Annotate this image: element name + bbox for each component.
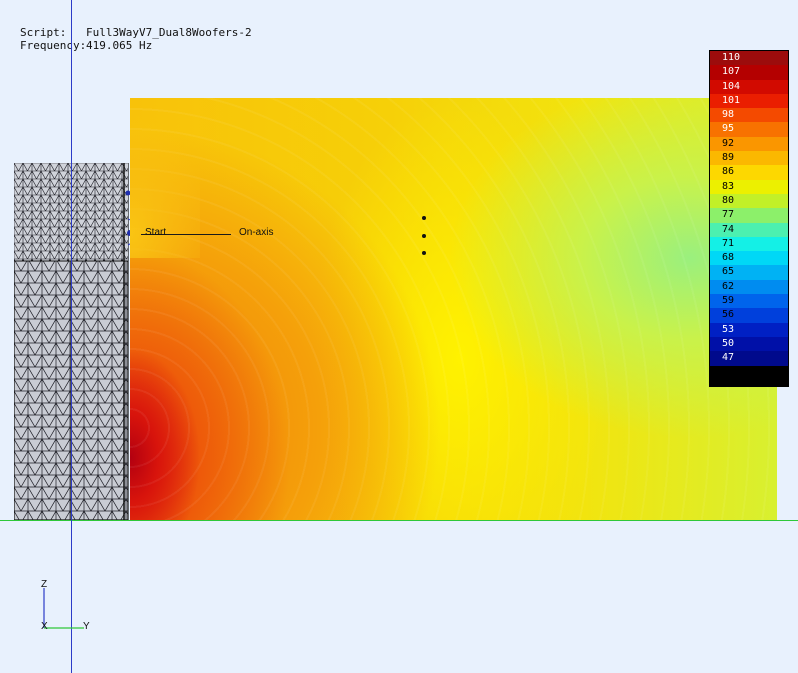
x-axis-label: X xyxy=(41,621,48,632)
probe-point xyxy=(422,251,426,255)
legend-item: 86 xyxy=(710,165,788,180)
legend-item: 89 xyxy=(710,151,788,166)
legend-item: 53 xyxy=(710,322,788,337)
z-axis-label: Z xyxy=(41,579,48,590)
legend-item: 80 xyxy=(710,193,788,209)
vertical-axis-line xyxy=(71,0,72,673)
legend-item: 47 xyxy=(710,351,788,366)
legend-item: 98 xyxy=(710,108,788,123)
legend-item: 71 xyxy=(710,236,788,252)
legend-item: 107 xyxy=(710,65,788,80)
start-label: Start xyxy=(145,227,167,238)
ground-plane-line xyxy=(0,520,798,521)
legend-item: 101 xyxy=(710,93,788,109)
legend-item: 104 xyxy=(710,79,788,94)
legend-list: 110 107 104 101 98 95 92 89 86 83 80 77 74 71 68 65 62 59… xyxy=(710,51,788,380)
color-scale-legend: 110 107 104 101 98 95 92 89 86 83 80 77 74 71 68 65 62 59… xyxy=(709,50,789,387)
speaker-mesh xyxy=(14,163,130,521)
spl-field-map xyxy=(130,98,777,520)
y-axis-label: Y xyxy=(83,621,90,632)
legend-item: 56 xyxy=(710,308,788,323)
legend-item: 83 xyxy=(710,179,788,194)
probe-point xyxy=(422,216,426,220)
probe-point xyxy=(422,234,426,238)
on-axis-label: On-axis xyxy=(239,227,274,238)
frequency-value: 419.065 Hz xyxy=(86,39,153,52)
legend-item xyxy=(710,365,788,380)
info-panel: Script: Full3WayV7_Dual8Woofers-2 Freque… xyxy=(20,26,252,52)
legend-item: 74 xyxy=(710,222,788,237)
legend-item: 68 xyxy=(710,251,788,266)
legend-item: 62 xyxy=(710,279,788,295)
legend-item: 50 xyxy=(710,336,788,352)
legend-item: 92 xyxy=(710,136,788,152)
script-value: Full3WayV7_Dual8Woofers-2 xyxy=(86,26,252,39)
legend-item: 110 xyxy=(710,51,788,66)
legend-item: 77 xyxy=(710,208,788,223)
legend-item: 65 xyxy=(710,265,788,280)
frequency-label: Frequency: xyxy=(20,39,87,52)
script-label: Script: xyxy=(20,26,67,39)
legend-item: 59 xyxy=(710,294,788,309)
legend-item: 95 xyxy=(710,122,788,137)
